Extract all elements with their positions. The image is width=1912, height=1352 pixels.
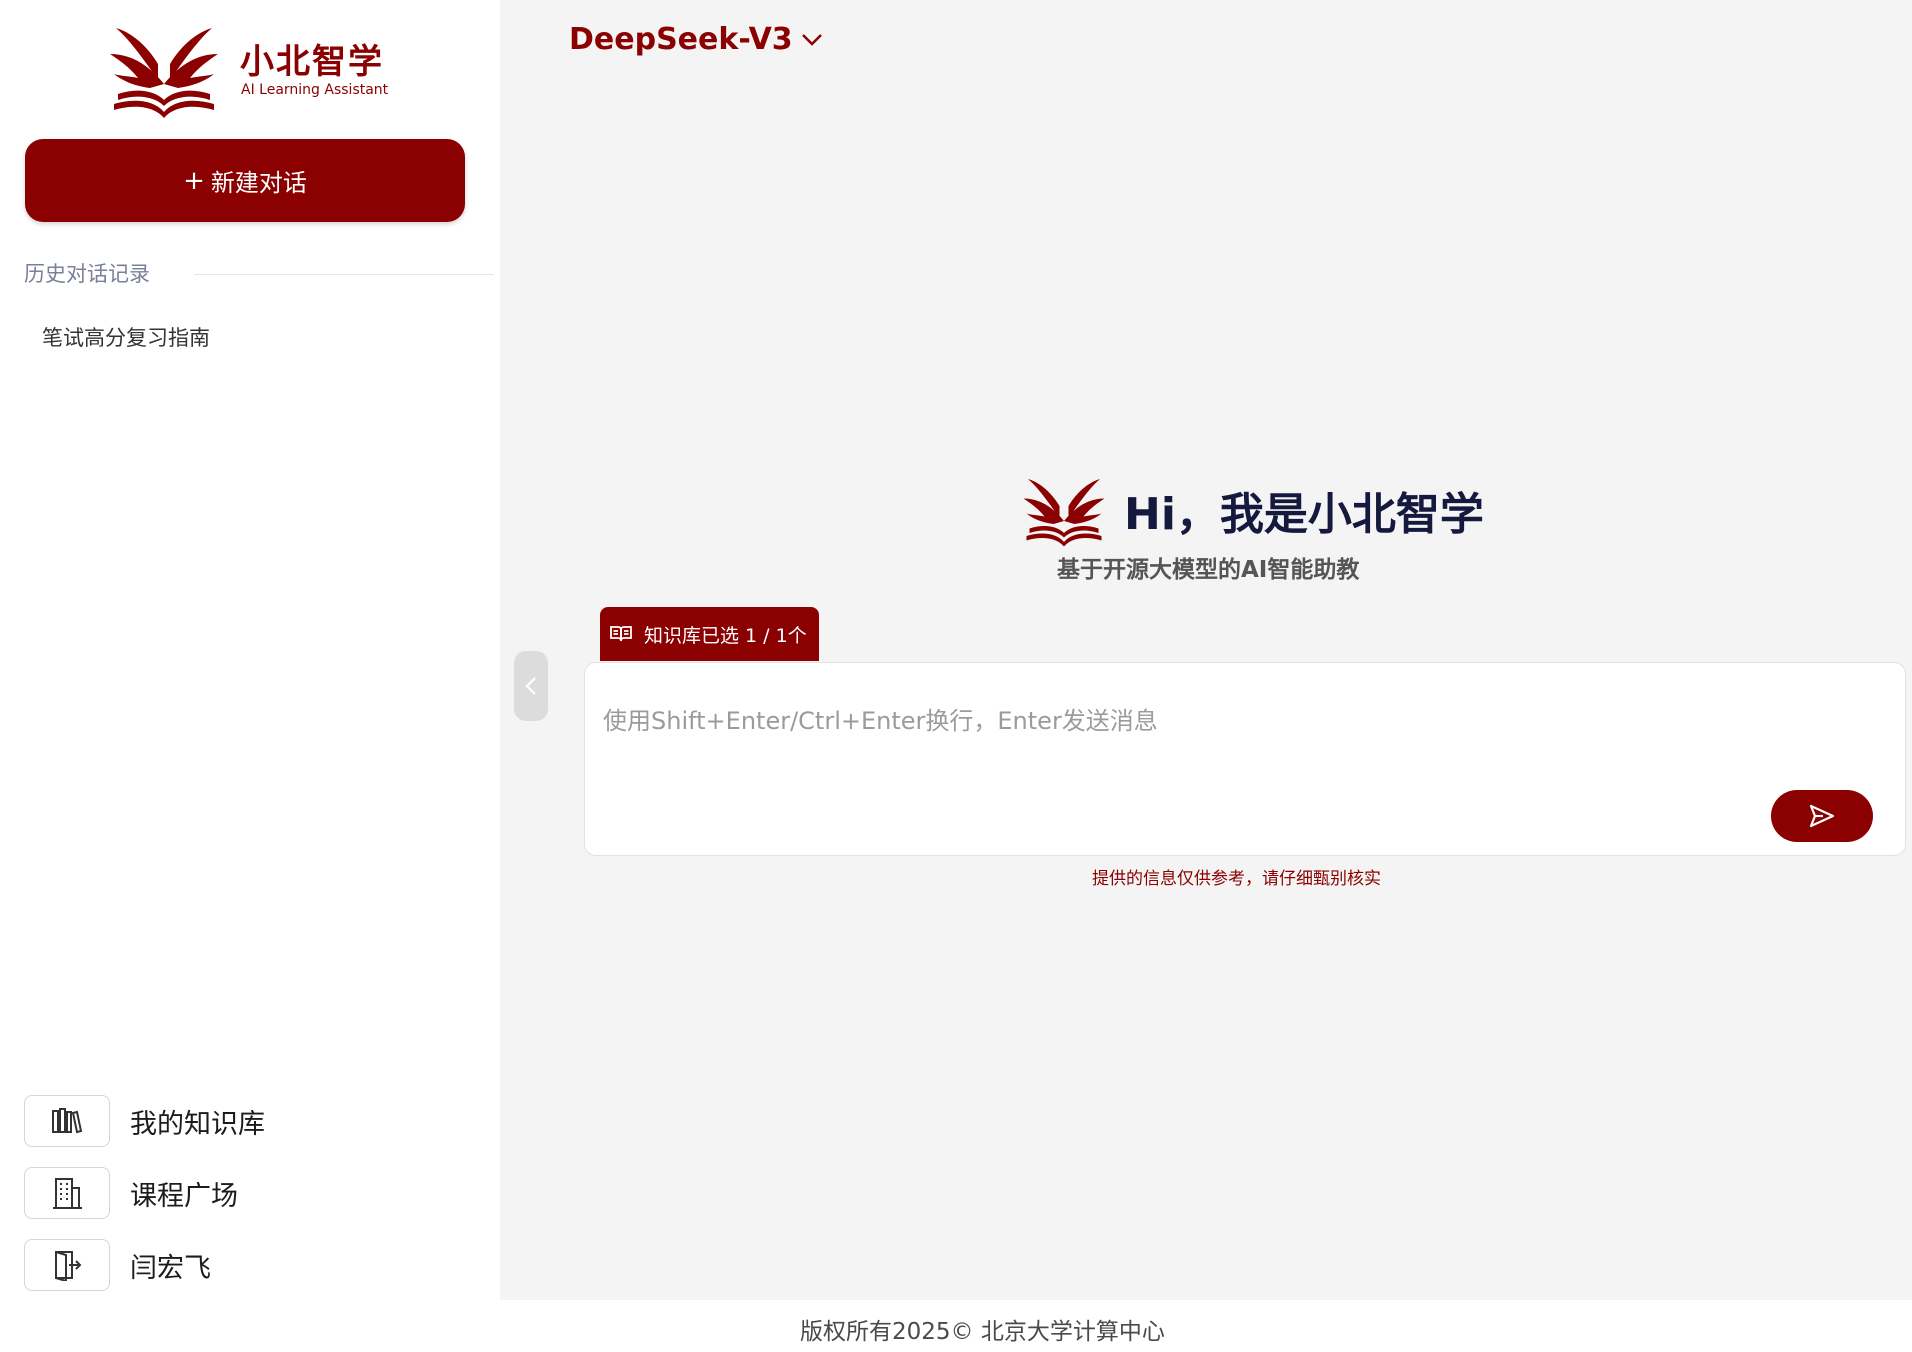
winged-book-logo-icon — [1023, 479, 1105, 547]
logout-icon — [24, 1239, 110, 1291]
new-chat-label: 新建对话 — [210, 169, 307, 197]
chat-main: DeepSeek-V3 Hi，我是小北智学 基于开源大模型的AI智能助教 知识库… — [500, 0, 1912, 1300]
nav-label: 课程广场 — [130, 1180, 238, 1212]
model-name: DeepSeek-V3 — [569, 22, 793, 57]
greeting-title: Hi，我是小北智学 — [1124, 489, 1484, 540]
copyright-text: 版权所有2025© 北京大学计算中心 — [800, 1319, 1165, 1345]
knowledge-base-chip-label: 知识库已选 1 / 1个 — [644, 624, 807, 647]
chevron-down-icon — [801, 33, 822, 46]
open-book-icon — [610, 626, 632, 642]
collapse-sidebar-button[interactable] — [514, 651, 548, 721]
history-divider — [194, 274, 494, 275]
sidebar: 小北智学 AI Learning Assistant + 新建对话 历史对话记录… — [0, 0, 500, 1300]
nav-label: 闫宏飞 — [130, 1252, 211, 1284]
brand-name: 小北智学 — [240, 42, 384, 82]
nav-user-logout[interactable]: 闫宏飞 — [24, 1237, 444, 1293]
message-input[interactable] — [601, 699, 1755, 803]
history-heading: 历史对话记录 — [24, 262, 150, 286]
send-icon — [1809, 804, 1835, 828]
disclaimer-text: 提供的信息仅供参考，请仔细甄别核实 — [1092, 869, 1381, 889]
model-selector[interactable]: DeepSeek-V3 — [569, 22, 823, 57]
message-composer — [584, 662, 1906, 856]
building-icon — [24, 1167, 110, 1219]
nav-my-knowledge-base[interactable]: 我的知识库 — [24, 1093, 444, 1149]
nav-label: 我的知识库 — [130, 1108, 265, 1140]
send-button[interactable] — [1771, 790, 1873, 842]
nav-course-plaza[interactable]: 课程广场 — [24, 1165, 444, 1221]
greeting-subtitle: 基于开源大模型的AI智能助教 — [1057, 557, 1360, 583]
history-item[interactable]: 笔试高分复习指南 — [42, 322, 210, 352]
brand-logo[interactable]: 小北智学 AI Learning Assistant — [108, 24, 388, 120]
brand-subtitle: AI Learning Assistant — [241, 82, 389, 98]
bookshelf-icon — [24, 1095, 110, 1147]
footer: 版权所有2025© 北京大学计算中心 — [0, 1300, 1912, 1352]
winged-book-logo-icon — [110, 28, 218, 118]
knowledge-base-selector[interactable]: 知识库已选 1 / 1个 — [600, 607, 819, 661]
plus-icon: + — [183, 165, 205, 196]
new-chat-button[interactable]: + 新建对话 — [25, 139, 465, 222]
chevron-left-icon — [525, 677, 536, 695]
